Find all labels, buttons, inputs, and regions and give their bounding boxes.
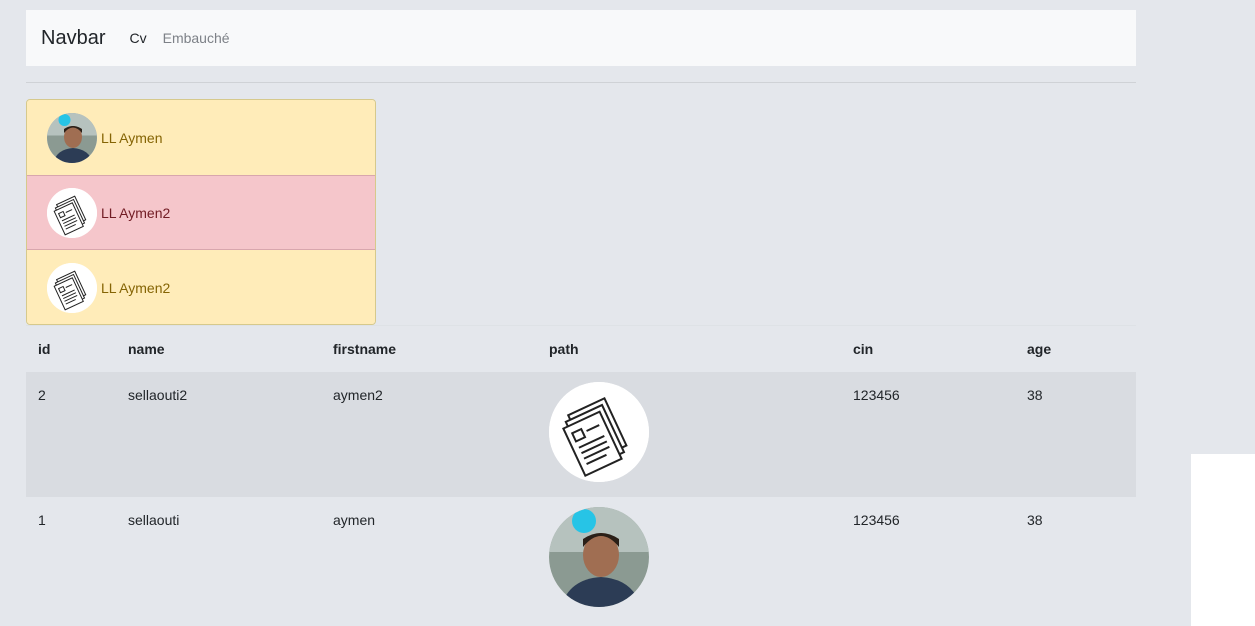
cell-cin: 123456 <box>853 512 900 528</box>
list-item[interactable]: LL Aymen <box>27 100 375 175</box>
header-path: path <box>549 341 579 357</box>
cell-name: sellaouti2 <box>116 372 321 497</box>
divider <box>26 82 1136 83</box>
person-avatar-icon <box>549 507 649 607</box>
blank-panel <box>1191 454 1255 626</box>
document-icon <box>47 187 97 238</box>
cell-path <box>537 372 841 497</box>
header-firstname: firstname <box>333 341 397 357</box>
cell-path <box>537 497 841 622</box>
list-item-label: LL Aymen <box>101 129 163 146</box>
header-id: id <box>38 341 51 357</box>
document-icon <box>47 262 97 313</box>
list-item-label: LL Aymen2 <box>101 204 171 221</box>
header-cin: cin <box>853 341 874 357</box>
cell-firstname: aymen <box>333 512 376 528</box>
header-name: name <box>128 341 165 357</box>
list-item-label: LL Aymen2 <box>101 279 171 296</box>
cell-cin: 123456 <box>841 372 1015 497</box>
cell-id: 1 <box>38 512 46 528</box>
nav-link-embauche[interactable]: Embauché <box>163 30 230 46</box>
nav-link-cv[interactable]: Cv <box>129 30 146 46</box>
cell-name: sellaouti <box>128 512 180 528</box>
cv-table: id name firstname path cin age 2 sellaou… <box>26 326 1136 622</box>
cell-firstname: aymen2 <box>321 372 537 497</box>
header-age: age <box>1027 341 1052 357</box>
navbar: Navbar Cv Embauché <box>26 10 1136 66</box>
navbar-brand[interactable]: Navbar <box>41 27 105 50</box>
cell-age: 38 <box>1027 512 1043 528</box>
table-header-row: id name firstname path cin age <box>26 326 1136 372</box>
table-row: 1 sellaouti aymen 123456 38 <box>26 497 1136 622</box>
person-avatar-icon <box>47 112 97 163</box>
list-item[interactable]: LL Aymen2 <box>27 250 375 324</box>
document-icon <box>549 382 649 482</box>
cell-id: 2 <box>26 372 116 497</box>
list-item[interactable]: LL Aymen2 <box>27 175 375 250</box>
cell-age: 38 <box>1015 372 1136 497</box>
table-row: 2 sellaouti2 aymen2 123456 38 <box>26 372 1136 497</box>
cv-list: LL Aymen LL Aymen2 LL Aymen2 <box>26 99 376 325</box>
